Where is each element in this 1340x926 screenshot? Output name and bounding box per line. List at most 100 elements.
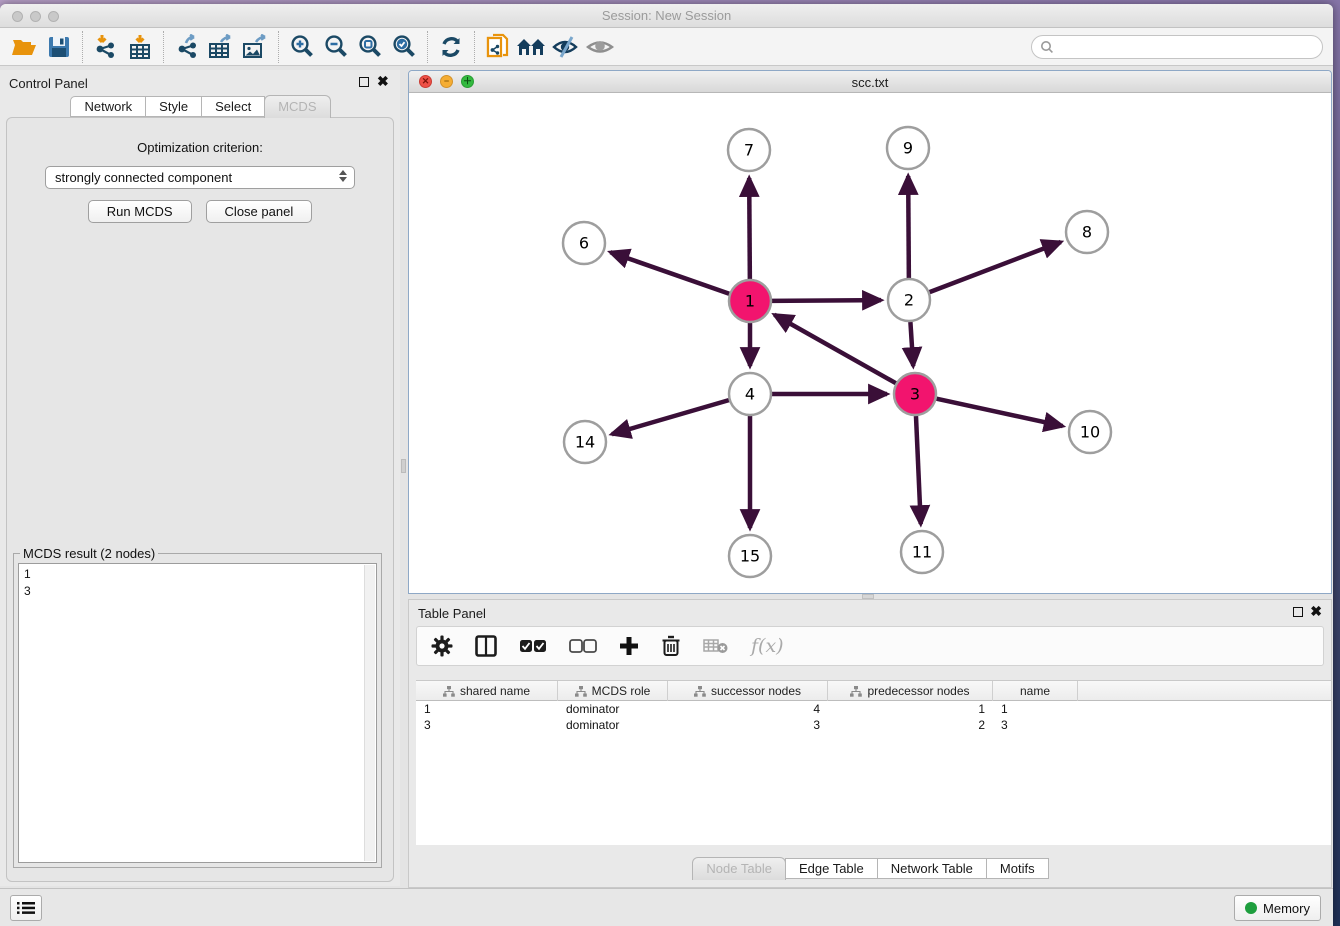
- edge-1-2[interactable]: [772, 300, 881, 301]
- hide-glyphs-eye-slash-icon[interactable]: [549, 32, 583, 62]
- create-column-plus-icon[interactable]: [619, 632, 639, 660]
- toolbar-separator: [474, 31, 475, 63]
- table-cell[interactable]: 3: [416, 717, 558, 733]
- edge-2-3[interactable]: [910, 322, 913, 366]
- memory-label: Memory: [1263, 901, 1310, 916]
- refresh-icon[interactable]: [434, 32, 468, 62]
- zoom-out-icon[interactable]: [319, 32, 353, 62]
- toolbar-separator: [82, 31, 83, 63]
- export-image-icon[interactable]: [238, 32, 272, 62]
- network-view-frame: ✕ − ＋ scc.txt 7968124314101511: [408, 70, 1332, 594]
- column-header-name[interactable]: name: [993, 681, 1078, 701]
- graph-node-label-15: 15: [740, 547, 760, 566]
- table-cell[interactable]: 3: [668, 717, 828, 733]
- toolbar-separator: [278, 31, 279, 63]
- column-header-predecessor-nodes[interactable]: predecessor nodes: [828, 681, 993, 701]
- column-header-MCDS-role[interactable]: MCDS role: [558, 681, 668, 701]
- edge-2-8[interactable]: [930, 242, 1061, 292]
- table-settings-gear-icon[interactable]: [431, 632, 453, 660]
- network-frame-titlebar[interactable]: ✕ − ＋ scc.txt: [409, 71, 1331, 93]
- table-cell[interactable]: 3: [993, 717, 1078, 733]
- table-row[interactable]: 1dominator411: [416, 701, 1331, 717]
- column-label: shared name: [460, 684, 530, 698]
- show-glyphs-eye-icon[interactable]: [583, 32, 617, 62]
- shared-column-icon: [850, 686, 862, 697]
- table-body: 1dominator4113dominator323: [416, 701, 1331, 733]
- graph-node-label-9: 9: [903, 139, 913, 158]
- edge-3-10[interactable]: [936, 399, 1062, 426]
- graph-node-label-10: 10: [1080, 423, 1100, 442]
- edge-2-9[interactable]: [908, 176, 909, 278]
- edge-3-11[interactable]: [916, 416, 921, 524]
- edge-1-7[interactable]: [749, 178, 750, 279]
- table-panel-tabs: Node TableEdge TableNetwork TableMotifs: [409, 858, 1331, 880]
- export-network-icon[interactable]: [170, 32, 204, 62]
- tab-edge-table[interactable]: Edge Table: [785, 858, 878, 879]
- zoom-in-icon[interactable]: [285, 32, 319, 62]
- houses-icon[interactable]: [515, 32, 549, 62]
- close-panel-icon[interactable]: ✖: [377, 73, 389, 90]
- edge-3-1[interactable]: [774, 315, 895, 383]
- search-input[interactable]: [1031, 35, 1323, 59]
- table-panel: Table Panel ✖: [408, 599, 1332, 888]
- import-table-icon[interactable]: [123, 32, 157, 62]
- delete-table-icon: [703, 632, 729, 660]
- table-float-panel-icon[interactable]: [1293, 607, 1303, 617]
- edge-1-6[interactable]: [610, 252, 729, 294]
- column-header-shared-name[interactable]: shared name: [416, 681, 558, 701]
- node-table[interactable]: shared name MCDS role successor nodes prede…: [416, 680, 1331, 845]
- graph-node-label-8: 8: [1082, 223, 1092, 242]
- open-file-icon[interactable]: [8, 32, 42, 62]
- show-columns-icon[interactable]: [475, 632, 497, 660]
- column-header-successor-nodes[interactable]: successor nodes: [668, 681, 828, 701]
- mcds-result-text[interactable]: 13: [18, 563, 377, 863]
- graph-node-label-14: 14: [575, 433, 595, 452]
- table-row[interactable]: 3dominator323: [416, 717, 1331, 733]
- column-label: predecessor nodes: [867, 684, 969, 698]
- network-canvas[interactable]: 7968124314101511: [409, 93, 1331, 593]
- result-scrollbar[interactable]: [364, 565, 375, 861]
- app-window: Session: New Session: [0, 4, 1333, 926]
- table-cell[interactable]: 2: [828, 717, 993, 733]
- shared-column-icon: [694, 686, 706, 697]
- tab-mcds[interactable]: MCDS: [264, 95, 330, 118]
- status-bar: Memory: [0, 888, 1333, 926]
- tab-motifs[interactable]: Motifs: [986, 858, 1049, 879]
- select-all-rows-icon[interactable]: [519, 632, 547, 660]
- import-network-icon[interactable]: [89, 32, 123, 62]
- task-history-button[interactable]: [10, 895, 42, 921]
- search-icon: [1040, 40, 1054, 54]
- column-label: name: [1020, 684, 1050, 698]
- run-mcds-button[interactable]: Run MCDS: [88, 200, 192, 223]
- tab-network-table[interactable]: Network Table: [877, 858, 987, 879]
- zoom-fit-icon[interactable]: [353, 32, 387, 62]
- edge-4-14[interactable]: [612, 400, 729, 434]
- network-graph[interactable]: 7968124314101511: [409, 93, 1331, 593]
- tab-style[interactable]: Style: [145, 96, 202, 117]
- clone-network-icon[interactable]: [481, 32, 515, 62]
- network-frame-title: scc.txt: [409, 75, 1331, 90]
- table-cell[interactable]: 1: [993, 701, 1078, 717]
- vertical-splitter-handle[interactable]: [401, 459, 406, 473]
- tab-select[interactable]: Select: [201, 96, 265, 117]
- tab-node-table[interactable]: Node Table: [692, 857, 786, 880]
- table-close-panel-icon[interactable]: ✖: [1310, 603, 1322, 620]
- table-cell[interactable]: dominator: [558, 717, 668, 733]
- deselect-all-rows-icon[interactable]: [569, 632, 597, 660]
- control-panel-title: Control Panel: [9, 76, 88, 91]
- float-panel-icon[interactable]: [359, 77, 369, 87]
- save-session-icon[interactable]: [42, 32, 76, 62]
- delete-column-trash-icon[interactable]: [661, 632, 681, 660]
- table-cell[interactable]: 1: [416, 701, 558, 717]
- memory-button[interactable]: Memory: [1234, 895, 1321, 921]
- zoom-selected-icon[interactable]: [387, 32, 421, 62]
- optimization-criterion-select[interactable]: strongly connected component: [45, 166, 355, 189]
- main-toolbar: [0, 28, 1333, 66]
- table-cell[interactable]: 1: [828, 701, 993, 717]
- tab-network[interactable]: Network: [70, 96, 146, 117]
- export-table-icon[interactable]: [204, 32, 238, 62]
- column-label: MCDS role: [592, 684, 651, 698]
- table-cell[interactable]: 4: [668, 701, 828, 717]
- table-cell[interactable]: dominator: [558, 701, 668, 717]
- close-panel-button[interactable]: Close panel: [206, 200, 313, 223]
